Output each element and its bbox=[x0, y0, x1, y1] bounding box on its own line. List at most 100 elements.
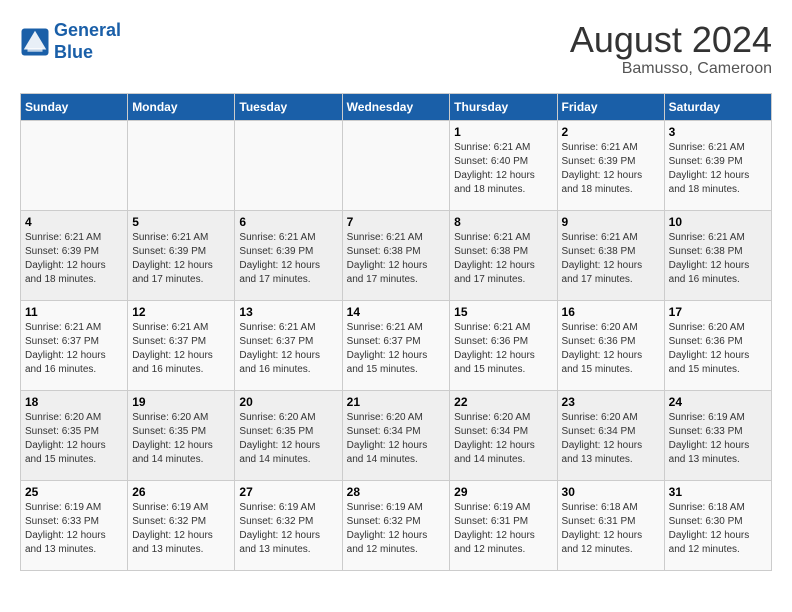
day-number: 31 bbox=[669, 485, 767, 499]
day-number: 9 bbox=[562, 215, 660, 229]
day-cell: 9 Sunrise: 6:21 AM Sunset: 6:38 PM Daylig… bbox=[557, 210, 664, 300]
day-header-friday: Friday bbox=[557, 93, 664, 120]
day-number: 21 bbox=[347, 395, 446, 409]
week-row-1: 1 Sunrise: 6:21 AM Sunset: 6:40 PM Daylig… bbox=[21, 120, 772, 210]
day-number: 11 bbox=[25, 305, 123, 319]
day-cell: 6 Sunrise: 6:21 AM Sunset: 6:39 PM Daylig… bbox=[235, 210, 342, 300]
logo-line2: Blue bbox=[54, 42, 93, 62]
header-row: SundayMondayTuesdayWednesdayThursdayFrid… bbox=[21, 93, 772, 120]
day-info: Sunrise: 6:21 AM Sunset: 6:37 PM Dayligh… bbox=[25, 321, 123, 377]
day-cell bbox=[342, 120, 450, 210]
day-header-tuesday: Tuesday bbox=[235, 93, 342, 120]
day-cell: 2 Sunrise: 6:21 AM Sunset: 6:39 PM Daylig… bbox=[557, 120, 664, 210]
week-row-4: 18 Sunrise: 6:20 AM Sunset: 6:35 PM Dayli… bbox=[21, 390, 772, 480]
day-number: 5 bbox=[132, 215, 230, 229]
day-cell: 13 Sunrise: 6:21 AM Sunset: 6:37 PM Dayli… bbox=[235, 300, 342, 390]
day-number: 25 bbox=[25, 485, 123, 499]
page-header: General Blue August 2024 Bamusso, Camero… bbox=[20, 20, 772, 78]
day-number: 22 bbox=[454, 395, 552, 409]
day-info: Sunrise: 6:20 AM Sunset: 6:34 PM Dayligh… bbox=[347, 411, 446, 467]
day-cell: 22 Sunrise: 6:20 AM Sunset: 6:34 PM Dayli… bbox=[450, 390, 557, 480]
day-number: 12 bbox=[132, 305, 230, 319]
day-cell: 3 Sunrise: 6:21 AM Sunset: 6:39 PM Daylig… bbox=[664, 120, 771, 210]
logo-text: General Blue bbox=[54, 20, 121, 63]
day-cell: 30 Sunrise: 6:18 AM Sunset: 6:31 PM Dayli… bbox=[557, 480, 664, 570]
day-cell: 12 Sunrise: 6:21 AM Sunset: 6:37 PM Dayli… bbox=[128, 300, 235, 390]
day-number: 13 bbox=[239, 305, 337, 319]
day-info: Sunrise: 6:20 AM Sunset: 6:34 PM Dayligh… bbox=[562, 411, 660, 467]
day-number: 17 bbox=[669, 305, 767, 319]
day-info: Sunrise: 6:19 AM Sunset: 6:33 PM Dayligh… bbox=[669, 411, 767, 467]
day-info: Sunrise: 6:21 AM Sunset: 6:37 PM Dayligh… bbox=[239, 321, 337, 377]
day-number: 26 bbox=[132, 485, 230, 499]
day-number: 19 bbox=[132, 395, 230, 409]
day-cell bbox=[128, 120, 235, 210]
day-info: Sunrise: 6:20 AM Sunset: 6:36 PM Dayligh… bbox=[562, 321, 660, 377]
day-info: Sunrise: 6:21 AM Sunset: 6:38 PM Dayligh… bbox=[562, 231, 660, 287]
day-number: 15 bbox=[454, 305, 552, 319]
week-row-5: 25 Sunrise: 6:19 AM Sunset: 6:33 PM Dayli… bbox=[21, 480, 772, 570]
day-info: Sunrise: 6:20 AM Sunset: 6:34 PM Dayligh… bbox=[454, 411, 552, 467]
day-number: 28 bbox=[347, 485, 446, 499]
week-row-3: 11 Sunrise: 6:21 AM Sunset: 6:37 PM Dayli… bbox=[21, 300, 772, 390]
day-info: Sunrise: 6:18 AM Sunset: 6:31 PM Dayligh… bbox=[562, 501, 660, 557]
day-info: Sunrise: 6:20 AM Sunset: 6:36 PM Dayligh… bbox=[669, 321, 767, 377]
day-cell: 5 Sunrise: 6:21 AM Sunset: 6:39 PM Daylig… bbox=[128, 210, 235, 300]
day-info: Sunrise: 6:19 AM Sunset: 6:32 PM Dayligh… bbox=[132, 501, 230, 557]
day-number: 1 bbox=[454, 125, 552, 139]
day-cell: 31Sunrise: 6:18 AM Sunset: 6:30 PM Dayli… bbox=[664, 480, 771, 570]
day-number: 2 bbox=[562, 125, 660, 139]
day-cell bbox=[235, 120, 342, 210]
day-cell: 4Sunrise: 6:21 AM Sunset: 6:39 PM Daylig… bbox=[21, 210, 128, 300]
day-number: 18 bbox=[25, 395, 123, 409]
calendar-table: SundayMondayTuesdayWednesdayThursdayFrid… bbox=[20, 93, 772, 571]
day-number: 24 bbox=[669, 395, 767, 409]
day-number: 7 bbox=[347, 215, 446, 229]
day-cell: 18Sunrise: 6:20 AM Sunset: 6:35 PM Dayli… bbox=[21, 390, 128, 480]
day-info: Sunrise: 6:19 AM Sunset: 6:32 PM Dayligh… bbox=[239, 501, 337, 557]
logo: General Blue bbox=[20, 20, 121, 63]
day-info: Sunrise: 6:21 AM Sunset: 6:39 PM Dayligh… bbox=[669, 141, 767, 197]
day-info: Sunrise: 6:21 AM Sunset: 6:36 PM Dayligh… bbox=[454, 321, 552, 377]
day-cell: 19Sunrise: 6:20 AM Sunset: 6:35 PM Dayli… bbox=[128, 390, 235, 480]
day-info: Sunrise: 6:21 AM Sunset: 6:40 PM Dayligh… bbox=[454, 141, 552, 197]
day-info: Sunrise: 6:21 AM Sunset: 6:39 PM Dayligh… bbox=[132, 231, 230, 287]
day-number: 20 bbox=[239, 395, 337, 409]
day-info: Sunrise: 6:21 AM Sunset: 6:39 PM Dayligh… bbox=[25, 231, 123, 287]
day-info: Sunrise: 6:21 AM Sunset: 6:37 PM Dayligh… bbox=[347, 321, 446, 377]
day-cell: 24 Sunrise: 6:19 AM Sunset: 6:33 PM Dayli… bbox=[664, 390, 771, 480]
day-number: 27 bbox=[239, 485, 337, 499]
day-number: 16 bbox=[562, 305, 660, 319]
day-cell: 7Sunrise: 6:21 AM Sunset: 6:38 PM Daylig… bbox=[342, 210, 450, 300]
day-info: Sunrise: 6:20 AM Sunset: 6:35 PM Dayligh… bbox=[239, 411, 337, 467]
day-cell: 21 Sunrise: 6:20 AM Sunset: 6:34 PM Dayli… bbox=[342, 390, 450, 480]
day-cell: 23 Sunrise: 6:20 AM Sunset: 6:34 PM Dayli… bbox=[557, 390, 664, 480]
day-cell: 16 Sunrise: 6:20 AM Sunset: 6:36 PM Dayli… bbox=[557, 300, 664, 390]
day-info: Sunrise: 6:19 AM Sunset: 6:31 PM Dayligh… bbox=[454, 501, 552, 557]
day-info: Sunrise: 6:19 AM Sunset: 6:33 PM Dayligh… bbox=[25, 501, 123, 557]
day-number: 23 bbox=[562, 395, 660, 409]
day-header-thursday: Thursday bbox=[450, 93, 557, 120]
day-info: Sunrise: 6:21 AM Sunset: 6:38 PM Dayligh… bbox=[454, 231, 552, 287]
week-row-2: 4Sunrise: 6:21 AM Sunset: 6:39 PM Daylig… bbox=[21, 210, 772, 300]
day-number: 6 bbox=[239, 215, 337, 229]
title-block: August 2024 Bamusso, Cameroon bbox=[570, 20, 772, 78]
day-cell: 14Sunrise: 6:21 AM Sunset: 6:37 PM Dayli… bbox=[342, 300, 450, 390]
day-number: 29 bbox=[454, 485, 552, 499]
day-number: 30 bbox=[562, 485, 660, 499]
calendar-title: August 2024 bbox=[570, 20, 772, 60]
day-info: Sunrise: 6:21 AM Sunset: 6:37 PM Dayligh… bbox=[132, 321, 230, 377]
day-info: Sunrise: 6:19 AM Sunset: 6:32 PM Dayligh… bbox=[347, 501, 446, 557]
day-cell: 1 Sunrise: 6:21 AM Sunset: 6:40 PM Daylig… bbox=[450, 120, 557, 210]
day-cell: 10Sunrise: 6:21 AM Sunset: 6:38 PM Dayli… bbox=[664, 210, 771, 300]
day-cell: 20 Sunrise: 6:20 AM Sunset: 6:35 PM Dayli… bbox=[235, 390, 342, 480]
day-header-saturday: Saturday bbox=[664, 93, 771, 120]
day-info: Sunrise: 6:21 AM Sunset: 6:39 PM Dayligh… bbox=[239, 231, 337, 287]
day-cell: 17 Sunrise: 6:20 AM Sunset: 6:36 PM Dayli… bbox=[664, 300, 771, 390]
day-cell: 8Sunrise: 6:21 AM Sunset: 6:38 PM Daylig… bbox=[450, 210, 557, 300]
day-number: 10 bbox=[669, 215, 767, 229]
day-info: Sunrise: 6:21 AM Sunset: 6:39 PM Dayligh… bbox=[562, 141, 660, 197]
day-header-sunday: Sunday bbox=[21, 93, 128, 120]
day-number: 3 bbox=[669, 125, 767, 139]
day-cell: 29 Sunrise: 6:19 AM Sunset: 6:31 PM Dayli… bbox=[450, 480, 557, 570]
